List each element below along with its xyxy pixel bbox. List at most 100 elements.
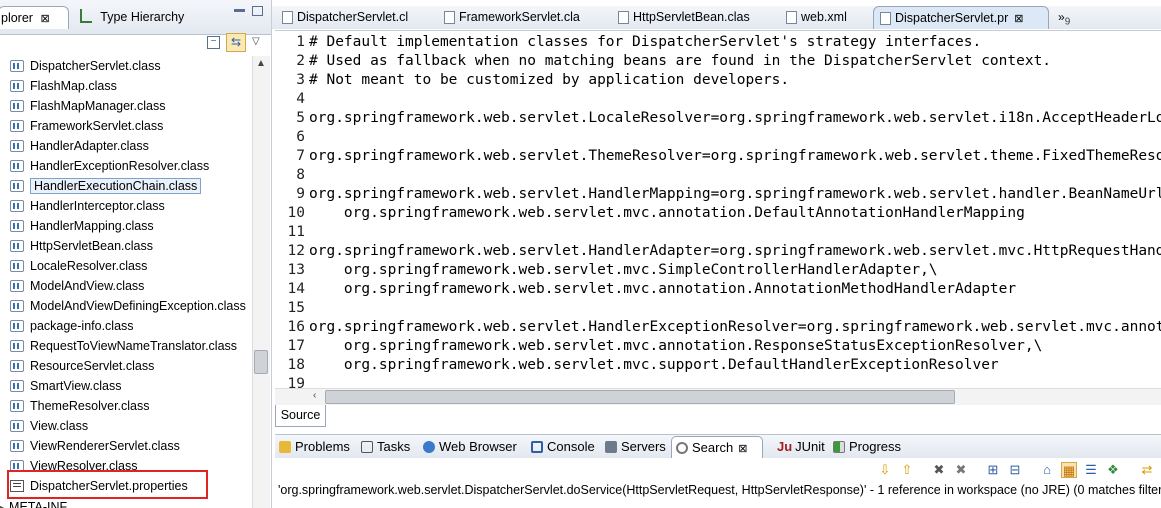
properties-file-icon <box>880 12 891 25</box>
tree-item[interactable]: RequestToViewNameTranslator.class <box>10 336 237 356</box>
line-number: 14 <box>287 281 305 297</box>
tab-console[interactable]: Console <box>531 436 595 457</box>
highlight-box <box>7 470 208 499</box>
close-icon[interactable]: ⊠ <box>40 13 49 25</box>
code-line[interactable]: org.springframework.web.servlet.ThemeRes… <box>309 148 1161 164</box>
tab-problems[interactable]: Problems <box>279 436 350 457</box>
code-line[interactable]: org.springframework.web.servlet.mvc.Simp… <box>309 262 938 278</box>
tab-search[interactable]: Search ⊠ <box>671 436 763 458</box>
code-line[interactable]: org.springframework.web.servlet.mvc.anno… <box>309 205 1025 221</box>
tab-dispatcherservlet-class[interactable]: DispatcherServlet.cl <box>276 6 436 28</box>
code-line[interactable]: org.springframework.web.servlet.HandlerE… <box>309 319 1161 335</box>
left-panel-tab-bar: plorer ⊠ Type Hierarchy <box>0 0 271 35</box>
tree-item[interactable]: LocaleResolver.class <box>10 256 147 276</box>
tree-item[interactable]: DispatcherServlet.class <box>10 56 161 76</box>
tree-item[interactable]: ThemeResolver.class <box>10 396 150 416</box>
line-number: 9 <box>296 186 305 202</box>
code-line[interactable]: org.springframework.web.servlet.mvc.supp… <box>309 357 999 373</box>
previous-match-icon[interactable]: ⇧ <box>899 462 915 478</box>
tree-item[interactable]: ResourceServlet.class <box>10 356 154 376</box>
code-line[interactable]: org.springframework.web.servlet.mvc.anno… <box>309 338 1042 354</box>
group-by-icon[interactable]: ❖ <box>1105 462 1121 478</box>
tree-item[interactable]: FrameworkServlet.class <box>10 116 163 136</box>
chevron-right-icon: » <box>1058 10 1065 24</box>
show-as-list-icon[interactable]: ☰ <box>1083 462 1099 478</box>
tab-web-xml[interactable]: web.xml <box>780 6 872 28</box>
tree-item[interactable]: ModelAndView.class <box>10 276 144 296</box>
expand-all-icon[interactable]: ⊞ <box>985 462 1001 478</box>
class-file-icon <box>10 60 24 72</box>
tree-item[interactable]: HandlerAdapter.class <box>10 136 149 156</box>
sync-icon[interactable]: ⇄ <box>1139 462 1155 478</box>
code-line[interactable]: org.springframework.web.servlet.HandlerA… <box>309 243 1161 259</box>
class-file-icon <box>10 340 24 352</box>
tree-item[interactable]: View.class <box>10 416 88 436</box>
tree-item[interactable]: SmartView.class <box>10 376 121 396</box>
code-line[interactable]: org.springframework.web.servlet.HandlerM… <box>309 186 1161 202</box>
code-line[interactable]: org.springframework.web.servlet.LocaleRe… <box>309 110 1161 126</box>
tree-item[interactable]: HandlerMapping.class <box>10 216 154 236</box>
collapse-all-icon[interactable]: ⊟ <box>1007 462 1023 478</box>
class-file-icon <box>10 300 24 312</box>
class-file-icon <box>10 120 24 132</box>
console-icon <box>531 441 543 453</box>
tree-item[interactable]: ViewRendererServlet.class <box>10 436 180 456</box>
search-toolbar: ⇩ ⇧ ✖ ✖ ⊞ ⊟ ⌂ ▦ ☰ ❖ ⇄ <box>275 458 1161 482</box>
collapse-all-icon[interactable]: − <box>207 36 220 49</box>
left-scroll-thumb[interactable] <box>254 350 268 374</box>
properties-editor[interactable]: 1 # Default implementation classes for Di… <box>275 30 1161 403</box>
scroll-left-icon[interactable]: ‹ <box>313 390 316 401</box>
class-file-icon <box>10 220 24 232</box>
tab-dispatcherservlet-properties[interactable]: DispatcherServlet.pr ⊠ <box>873 6 1049 29</box>
expand-icon[interactable]: ▸ <box>0 503 5 508</box>
link-with-editor-icon[interactable]: ⇆ <box>226 33 246 52</box>
line-number: 11 <box>287 224 305 240</box>
maximize-icon[interactable] <box>252 6 263 16</box>
tab-httpservletbean-class[interactable]: HttpServletBean.clas <box>612 6 778 28</box>
next-match-icon[interactable]: ⇩ <box>877 462 893 478</box>
class-file-icon <box>10 200 24 212</box>
search-result-summary: 'org.springframework.web.servlet.Dispatc… <box>278 483 1161 497</box>
tab-progress[interactable]: Progress <box>833 436 901 457</box>
tab-type-hierarchy[interactable]: Type Hierarchy <box>80 6 190 28</box>
tab-label: plorer <box>1 11 33 25</box>
class-file-icon <box>10 420 24 432</box>
close-icon[interactable]: ⊠ <box>738 443 747 455</box>
tab-source[interactable]: Source <box>275 405 326 427</box>
code-line[interactable]: # Not meant to be customized by applicat… <box>309 72 789 88</box>
tab-web-browser[interactable]: Web Browser <box>423 436 517 457</box>
tree-item[interactable]: package-info.class <box>10 316 134 336</box>
package-explorer-panel: plorer ⊠ Type Hierarchy − ⇆ ▽ Dispatcher… <box>0 0 272 508</box>
tree-item[interactable]: HandlerInterceptor.class <box>10 196 165 216</box>
editor-scroll-thumb[interactable] <box>325 390 955 404</box>
more-tabs-button[interactable]: »9 <box>1058 6 1088 28</box>
tree-item[interactable]: ModelAndViewDefiningException.class <box>10 296 246 316</box>
xml-file-icon <box>786 11 797 24</box>
tree-item[interactable]: FlashMapManager.class <box>10 96 165 116</box>
type-hierarchy-icon <box>80 9 92 23</box>
tab-frameworkservlet-class[interactable]: FrameworkServlet.cla <box>438 6 608 28</box>
remove-match-icon[interactable]: ✖ <box>931 462 947 478</box>
code-line[interactable]: # Used as fallback when no matching bean… <box>309 53 1051 69</box>
show-as-tree-icon[interactable]: ▦ <box>1061 462 1077 478</box>
class-file-icon <box>10 380 24 392</box>
minimize-icon[interactable] <box>234 9 245 12</box>
code-line[interactable]: org.springframework.web.servlet.mvc.anno… <box>309 281 1016 297</box>
tree-item[interactable]: FlashMap.class <box>10 76 117 96</box>
tab-tasks[interactable]: Tasks <box>361 436 410 457</box>
remove-all-matches-icon[interactable]: ✖ <box>953 462 969 478</box>
scroll-up-icon[interactable]: ▲ <box>256 58 266 69</box>
search-history-icon[interactable]: ⌂ <box>1039 462 1055 478</box>
tab-junit[interactable]: Ju JUnit <box>777 436 825 457</box>
close-icon[interactable]: ⊠ <box>1014 13 1023 25</box>
tab-package-explorer[interactable]: plorer ⊠ <box>0 6 69 29</box>
view-menu-icon[interactable]: ▽ <box>252 36 260 47</box>
left-vertical-scrollbar[interactable]: ▲ <box>252 56 270 508</box>
tree-item[interactable]: HandlerExceptionResolver.class <box>10 156 209 176</box>
tree-item-selected[interactable]: HandlerExecutionChain.class <box>10 176 202 196</box>
line-number: 15 <box>287 300 305 316</box>
class-file-icon <box>10 180 24 192</box>
tab-servers[interactable]: Servers <box>605 436 666 457</box>
tree-item[interactable]: HttpServletBean.class <box>10 236 153 256</box>
code-line[interactable]: # Default implementation classes for Dis… <box>309 34 981 50</box>
